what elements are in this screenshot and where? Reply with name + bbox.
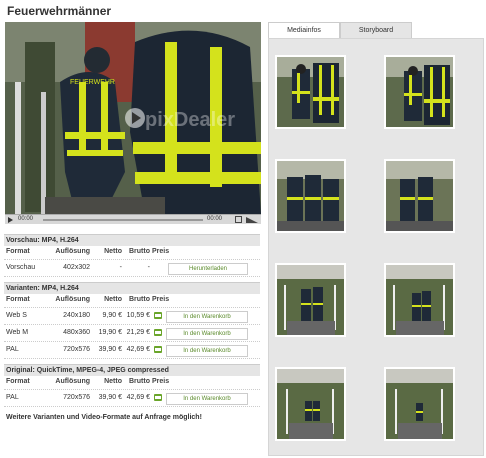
seek-bar[interactable]: [43, 219, 203, 221]
storyboard-thumbnail[interactable]: [275, 263, 346, 337]
tab-bar: Mediainfos Storyboard: [268, 22, 482, 38]
cell-aufloesung: 480x360: [63, 329, 90, 336]
cell-format: PAL: [6, 394, 19, 401]
cell-aufloesung: 240x180: [63, 312, 90, 319]
pricing-tables: Vorschau: MP4, H.264 Format Auflösung Ne…: [4, 234, 260, 421]
table-row: PAL 720x576 39,90 € 42,69 € In den Waren…: [4, 342, 260, 359]
cell-aufloesung: 720x576: [63, 394, 90, 401]
table-row: PAL 720x576 39,90 € 42,69 € In den Waren…: [4, 390, 260, 407]
cell-aufloesung: 402x302: [63, 264, 90, 271]
header-brutto: Brutto: [129, 296, 150, 303]
cart-icon[interactable]: [154, 312, 162, 319]
add-to-cart-button[interactable]: In den Warenkorb: [166, 345, 248, 357]
tab-mediainfos[interactable]: Mediainfos: [268, 22, 340, 38]
storyboard-thumbnail[interactable]: [384, 159, 455, 233]
header-preis: Preis: [152, 378, 170, 385]
section-title: Vorschau: MP4, H.264: [4, 234, 260, 246]
download-button[interactable]: Herunterladen: [168, 263, 248, 275]
cell-netto: 19,90 €: [98, 329, 122, 336]
svg-text:FEUERWEHR: FEUERWEHR: [70, 79, 115, 86]
header-netto: Netto: [104, 378, 122, 385]
header-netto: Netto: [104, 296, 122, 303]
add-to-cart-button[interactable]: In den Warenkorb: [166, 328, 248, 340]
header-aufloesung: Auflösung: [55, 378, 90, 385]
player-controls: 00:00 00:00: [5, 214, 261, 224]
cell-brutto: 10,59 €: [126, 312, 150, 319]
header-netto: Netto: [104, 248, 122, 255]
cell-netto: 39,90 €: [98, 394, 122, 401]
table-header: Format Auflösung Netto Brutto Preis: [4, 294, 260, 308]
section-title: Original: QuickTime, MPEG-4, JPEG compre…: [4, 364, 260, 376]
storyboard-thumbnail[interactable]: [275, 55, 346, 129]
cart-icon[interactable]: [154, 329, 162, 336]
storyboard-thumbnail[interactable]: [275, 159, 346, 233]
volume-icon[interactable]: [246, 217, 258, 223]
cell-aufloesung: 720x576: [63, 346, 90, 353]
header-format: Format: [6, 296, 30, 303]
header-preis: Preis: [152, 248, 170, 255]
table-row: Web M 480x360 19,90 € 21,29 € In den War…: [4, 325, 260, 342]
header-format: Format: [6, 248, 30, 255]
tab-storyboard[interactable]: Storyboard: [340, 22, 412, 38]
cell-brutto: 21,29 €: [126, 329, 150, 336]
cell-format: PAL: [6, 346, 19, 353]
time-total: 00:00: [207, 216, 223, 222]
cell-format: Web S: [6, 312, 27, 319]
cell-brutto: 42,69 €: [126, 346, 150, 353]
storyboard-thumbnail[interactable]: [275, 367, 346, 441]
time-elapsed: 00:00: [18, 216, 34, 222]
header-format: Format: [6, 378, 30, 385]
table-header: Format Auflösung Netto Brutto Preis: [4, 246, 260, 260]
watermark: pixDealer: [145, 109, 235, 131]
add-to-cart-button[interactable]: In den Warenkorb: [166, 311, 248, 323]
cell-netto: -: [119, 264, 122, 271]
cart-icon[interactable]: [154, 394, 162, 401]
table-row: Vorschau 402x302 - - Herunterladen: [4, 260, 260, 277]
availability-note: Weitere Varianten und Video-Formate auf …: [6, 414, 202, 421]
header-preis: Preis: [152, 296, 170, 303]
header-brutto: Brutto: [129, 378, 150, 385]
play-icon[interactable]: [8, 217, 13, 223]
header-aufloesung: Auflösung: [55, 248, 90, 255]
storyboard-thumbnail[interactable]: [384, 367, 455, 441]
cell-format: Web M: [6, 329, 29, 336]
video-frame[interactable]: FEUERWEHR pixDealer: [5, 22, 261, 214]
cell-netto: 9,90 €: [102, 312, 122, 319]
video-player[interactable]: FEUERWEHR pixDealer 00:00 00:00: [5, 22, 261, 224]
cell-netto: 39,90 €: [98, 346, 122, 353]
storyboard-panel: [268, 38, 484, 456]
add-to-cart-button[interactable]: In den Warenkorb: [166, 393, 248, 405]
table-row: Web S 240x180 9,90 € 10,59 € In den Ware…: [4, 308, 260, 325]
page-title: Feuerwehrmänner: [7, 4, 112, 18]
header-aufloesung: Auflösung: [55, 296, 90, 303]
cell-brutto: 42,69 €: [126, 394, 150, 401]
section-title: Varianten: MP4, H.264: [4, 282, 260, 294]
header-brutto: Brutto: [129, 248, 150, 255]
storyboard-thumbnail[interactable]: [384, 55, 455, 129]
cell-format: Vorschau: [6, 264, 36, 271]
table-header: Format Auflösung Netto Brutto Preis: [4, 376, 260, 390]
fullscreen-icon[interactable]: [235, 216, 242, 223]
cart-icon[interactable]: [154, 346, 162, 353]
cell-brutto: -: [147, 264, 150, 271]
storyboard-thumbnail[interactable]: [384, 263, 455, 337]
